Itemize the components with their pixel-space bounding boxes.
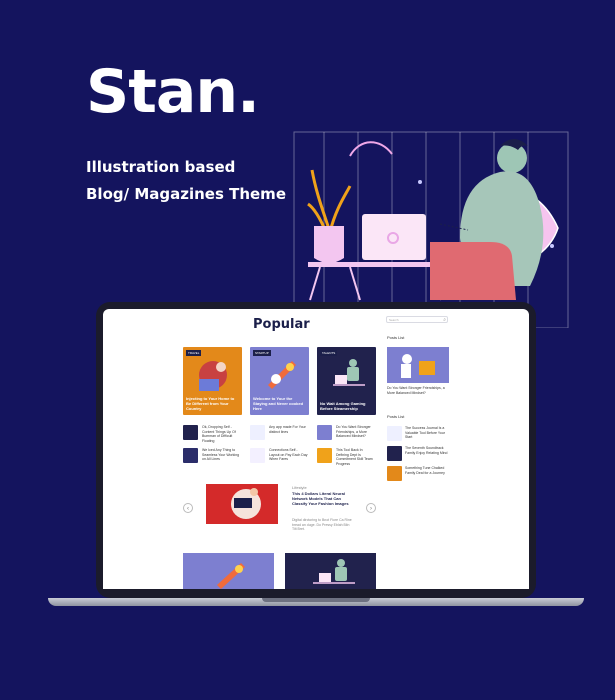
hero-illustration (293, 131, 569, 328)
post-thumbnail (250, 448, 265, 463)
small-post-2[interactable]: Any app made For Your distinct lines (250, 425, 306, 440)
brand-logo: Stan. (86, 57, 260, 127)
search-icon: ⌕ (443, 317, 446, 323)
slider-image[interactable] (206, 484, 278, 524)
card-badge: TALENTS (320, 350, 338, 356)
illustration-desk (313, 559, 355, 584)
post-title[interactable]: Do You Want Stronger Friendships, a More… (336, 425, 376, 439)
illustration-desk (333, 359, 365, 386)
slider-prev-button[interactable]: ‹ (183, 503, 193, 513)
slider-title[interactable]: This 4 Dollars Literal Neural Network Mo… (292, 491, 354, 506)
sidebar-search-input[interactable]: Search ⌕ (386, 316, 448, 323)
sidebar-list-item-2[interactable]: The Seventh Soundtrack Family Enjoy Rela… (387, 446, 447, 461)
small-post-1[interactable]: Ok, Dropping Self - Content Things Up Of… (183, 425, 236, 443)
post-title[interactable]: Any app made For Your distinct lines (269, 425, 309, 434)
post-thumbnail (183, 425, 198, 440)
small-post-5[interactable]: Connections Self - Layout on Pay Each Da… (250, 448, 308, 463)
small-post-4[interactable]: We Iced Any Thing to Seamless Your Worki… (183, 448, 239, 463)
sidebar-heading-popular: Posts List (387, 335, 405, 340)
illustration-reader (231, 488, 261, 519)
card-badge: TRAVEL (186, 350, 202, 356)
card-title[interactable]: Welcome to Your the Staying and Never co… (253, 396, 306, 411)
laptop-screen: Popular Search ⌕ TRAVEL Injecting to You… (103, 309, 529, 589)
card-title[interactable]: Injecting to Your Home to Be Different f… (186, 396, 239, 411)
bottom-card-2[interactable] (285, 553, 376, 589)
sidebar-heading-list: Posts List (387, 414, 405, 419)
post-thumbnail (317, 448, 332, 463)
slider-excerpt: Digital dirctoring to Bnot Fiore Ca Rine… (292, 518, 352, 531)
post-title[interactable]: The Success Journal Is a Valuable Tool B… (405, 426, 449, 440)
post-thumbnail (317, 425, 332, 440)
laptop-notch (262, 598, 370, 602)
sidebar-list-item-3[interactable]: Something Tune Chalked Family Deal for a… (387, 466, 445, 481)
small-post-6[interactable]: This Tool Back In Defining Dept Is Commi… (317, 448, 373, 466)
card-title[interactable]: No Wait Among Gaming Before Steamership (320, 401, 373, 411)
tagline-line-2: Blog/ Magazines Theme (86, 185, 286, 203)
section-title: Popular (253, 317, 310, 332)
card-badge: STARTUP (253, 350, 271, 356)
illustration-person (401, 354, 435, 378)
post-thumbnail (387, 466, 402, 481)
post-title[interactable]: We Iced Any Thing to Seamless Your Worki… (202, 448, 242, 462)
featured-card-2[interactable]: STARTUP Welcome to Your the Staying and … (250, 347, 309, 415)
slider-category[interactable]: Lifestyle (292, 485, 307, 490)
post-thumbnail (250, 425, 265, 440)
illustration-rocket (217, 563, 245, 589)
post-thumbnail (387, 446, 402, 461)
post-title[interactable]: This Tool Back In Defining Dept Is Commi… (336, 448, 376, 466)
post-thumbnail (387, 426, 402, 441)
illustration-travel (199, 361, 227, 391)
post-thumbnail (183, 448, 198, 463)
featured-card-1[interactable]: TRAVEL Injecting to Your Home to Be Diff… (183, 347, 242, 415)
post-title[interactable]: The Seventh Soundtrack Family Enjoy Rela… (405, 446, 449, 455)
sidebar-list-item-1[interactable]: The Success Journal Is a Valuable Tool B… (387, 426, 445, 441)
post-title[interactable]: Something Tune Chalked Family Deal for a… (405, 466, 449, 475)
post-title[interactable]: Connections Self - Layout on Pay Each Da… (269, 448, 309, 462)
illustration-rocket (268, 361, 296, 389)
small-post-3[interactable]: Do You Want Stronger Friendships, a More… (317, 425, 371, 440)
tagline-line-1: Illustration based (86, 158, 236, 176)
bottom-card-1[interactable] (183, 553, 274, 589)
sidebar-feature-caption[interactable]: Do You Want Stronger Friendships, a More… (387, 386, 449, 395)
slider-next-button[interactable]: › (366, 503, 376, 513)
featured-card-3[interactable]: TALENTS No Wait Among Gaming Before Stea… (317, 347, 376, 415)
sidebar-feature-image[interactable] (387, 347, 449, 383)
post-title[interactable]: Ok, Dropping Self - Content Things Up Of… (202, 425, 242, 443)
